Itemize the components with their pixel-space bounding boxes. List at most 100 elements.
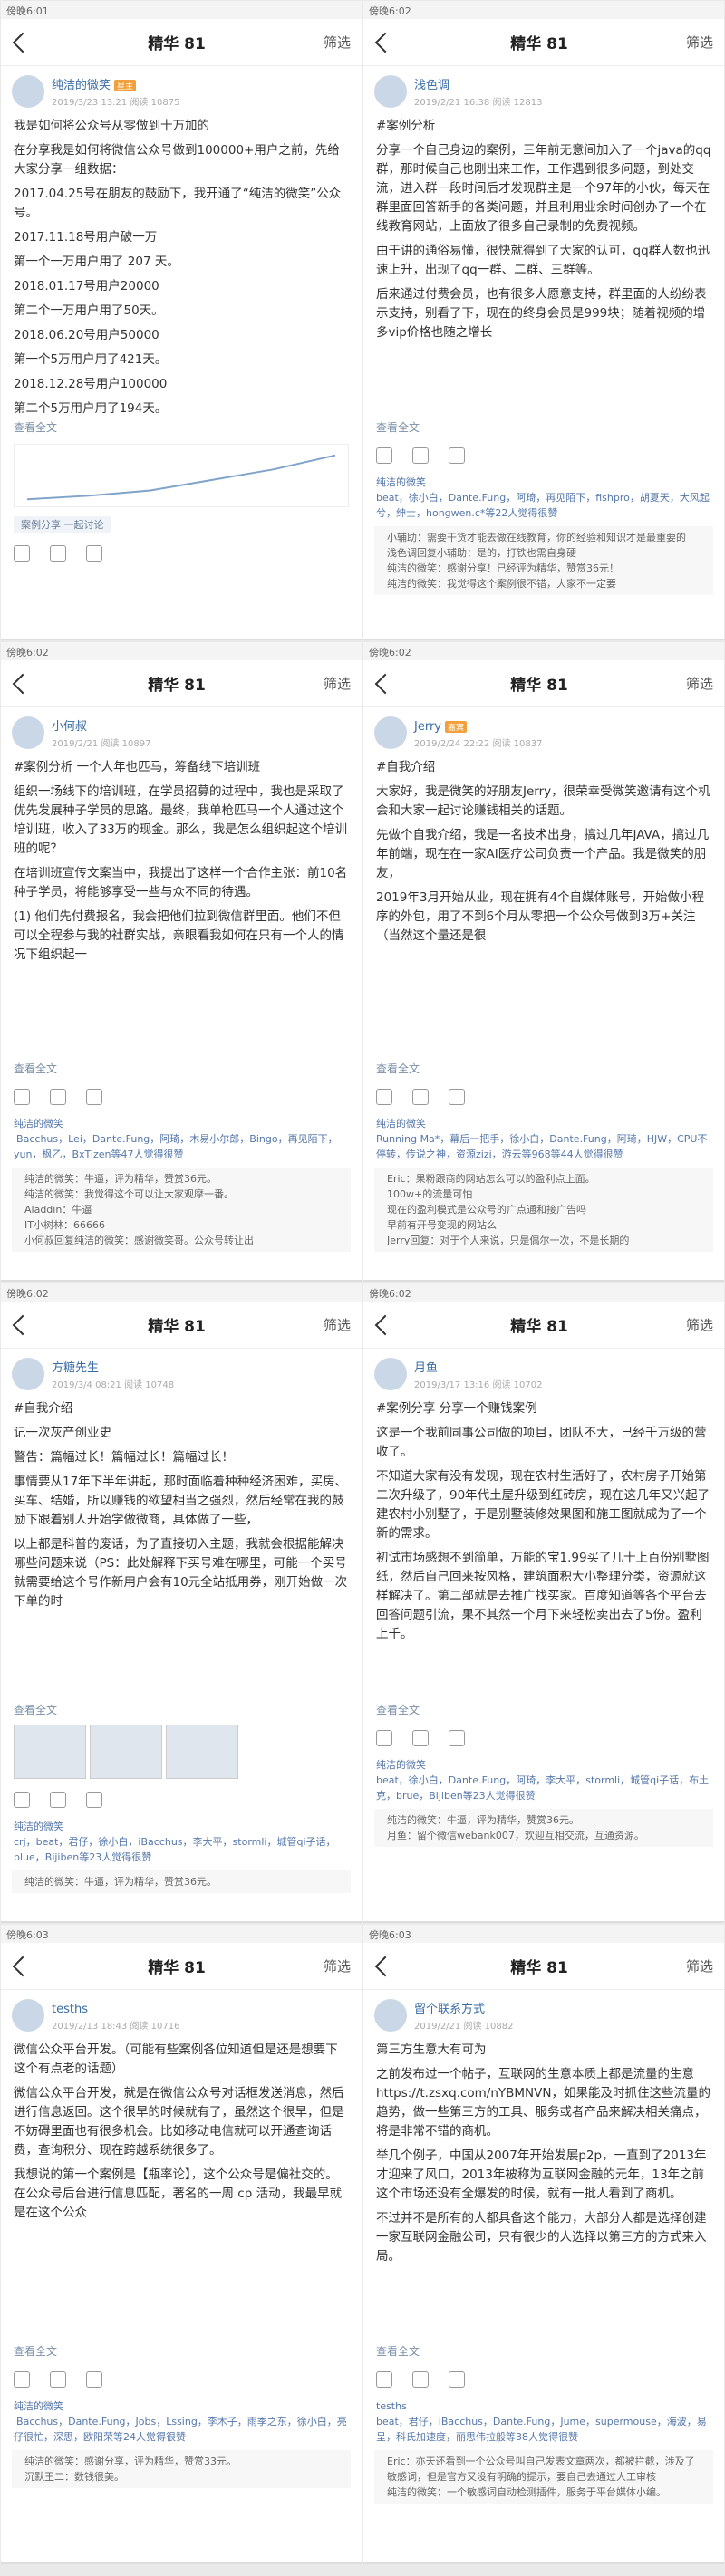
like-icon[interactable] bbox=[376, 1089, 392, 1105]
read-more-link[interactable]: 查看全文 bbox=[1, 1057, 362, 1080]
share-icon[interactable] bbox=[449, 2371, 465, 2388]
comment-item[interactable]: 纯洁的微笑：我觉得这个案例很不错，大家不一定要 bbox=[387, 576, 701, 591]
like-icon[interactable] bbox=[14, 545, 30, 562]
read-more-link[interactable]: 查看全文 bbox=[1, 1698, 362, 1721]
back-icon[interactable] bbox=[12, 32, 34, 53]
comment-icon[interactable] bbox=[412, 1730, 429, 1746]
comment-item[interactable]: 早前有开号变现的网站么 bbox=[387, 1217, 701, 1233]
comment-item[interactable]: 现在的盈利模式是公众号的广点通和接广告吗 bbox=[387, 1202, 701, 1217]
back-icon[interactable] bbox=[374, 32, 396, 53]
author-name[interactable]: 留个联系方式 bbox=[414, 2003, 485, 2016]
comment-item[interactable]: 纯洁的微笑：感谢分享！已经评为精华，赞赏36元！ bbox=[387, 561, 701, 576]
comment-item[interactable]: 小何叔回复纯洁的微笑：感谢微笑哥。公众号转让出 bbox=[24, 1233, 338, 1248]
avatar[interactable] bbox=[374, 1999, 407, 2032]
comment-item[interactable]: Jerry回复：对于个人来说，只是偶尔一次，不是长期的 bbox=[387, 1233, 701, 1248]
topic-tag[interactable]: 案例分享 一起讨论 bbox=[14, 516, 111, 533]
avatar[interactable] bbox=[12, 716, 44, 749]
avatar[interactable] bbox=[374, 716, 407, 749]
post-paragraph: #自我介绍 bbox=[376, 760, 436, 774]
avatar[interactable] bbox=[12, 1999, 44, 2032]
comment-icon[interactable] bbox=[50, 2371, 66, 2388]
comment-item[interactable]: 纯洁的微笑：我觉得这个可以让大家观摩一番。 bbox=[24, 1187, 338, 1202]
comment-item[interactable]: Aladdin：牛逼 bbox=[24, 1202, 338, 1217]
comment-item[interactable]: 纯洁的微笑：牛逼，评为精华，赞赏36元。 bbox=[24, 1874, 338, 1889]
back-icon[interactable] bbox=[12, 1314, 34, 1335]
back-icon[interactable] bbox=[374, 673, 396, 694]
share-icon[interactable] bbox=[449, 1730, 465, 1746]
author-name[interactable]: 小何叔 bbox=[52, 720, 87, 734]
comment-icon[interactable] bbox=[50, 1089, 66, 1105]
share-icon[interactable] bbox=[449, 1089, 465, 1105]
author-name[interactable]: 月鱼 bbox=[414, 1361, 438, 1375]
like-icon[interactable] bbox=[376, 1730, 392, 1746]
comment-item[interactable]: Eric：果粉跟商的网站怎么可以的盈利点上面。 bbox=[387, 1171, 701, 1187]
back-icon[interactable] bbox=[12, 673, 34, 694]
filter-button[interactable]: 筛选 bbox=[324, 1956, 351, 1975]
comment-icon[interactable] bbox=[412, 447, 429, 464]
share-icon[interactable] bbox=[449, 447, 465, 464]
author-name[interactable]: 浅色调 bbox=[414, 79, 450, 92]
liker-main[interactable]: 纯洁的微笑 bbox=[376, 1116, 711, 1131]
comment-item[interactable]: Eric：亦天还看到一个公众号叫自己发表文章两次，都被拦截，涉及了敏感词，但是官… bbox=[387, 2454, 701, 2485]
comment-item[interactable]: 浅色调回复小辅助：是的，打铁也需自身硬 bbox=[387, 545, 701, 561]
post-image[interactable] bbox=[166, 1725, 238, 1779]
post-image[interactable] bbox=[90, 1725, 162, 1779]
like-icon[interactable] bbox=[14, 1089, 30, 1105]
comment-icon[interactable] bbox=[412, 2371, 429, 2388]
avatar[interactable] bbox=[374, 1358, 407, 1390]
comment-item[interactable]: 100w+的流量可怕 bbox=[387, 1187, 701, 1202]
share-icon[interactable] bbox=[86, 1792, 102, 1808]
liker-main[interactable]: 纯洁的微笑 bbox=[376, 475, 711, 490]
read-more-link[interactable]: 查看全文 bbox=[1, 2340, 362, 2362]
back-icon[interactable] bbox=[12, 1956, 34, 1976]
comment-item[interactable]: IT小树林：66666 bbox=[24, 1217, 338, 1233]
filter-button[interactable]: 筛选 bbox=[686, 33, 713, 52]
liker-main[interactable]: 纯洁的微笑 bbox=[14, 1116, 349, 1131]
like-icon[interactable] bbox=[14, 2371, 30, 2388]
back-icon[interactable] bbox=[374, 1314, 396, 1335]
filter-button[interactable]: 筛选 bbox=[324, 674, 351, 693]
filter-button[interactable]: 筛选 bbox=[324, 1315, 351, 1334]
comment-item[interactable]: 纯洁的微笑：牛逼，评为精华，赞赏36元。 bbox=[387, 1812, 701, 1828]
filter-button[interactable]: 筛选 bbox=[686, 1315, 713, 1334]
read-more-link[interactable]: 查看全文 bbox=[363, 2340, 724, 2362]
read-more-link[interactable]: 查看全文 bbox=[1, 416, 362, 438]
share-icon[interactable] bbox=[86, 2371, 102, 2388]
author-name[interactable]: Jerry bbox=[414, 720, 441, 734]
read-more-link[interactable]: 查看全文 bbox=[363, 1698, 724, 1721]
comment-item[interactable]: 沉默王二：数钱很美。 bbox=[24, 2469, 338, 2485]
post-paragraph: 举几个例子，中国从2007年开始发展p2p，一直到了2013年才迎来了风口，20… bbox=[376, 2148, 707, 2201]
back-icon[interactable] bbox=[374, 1956, 396, 1976]
read-more-link[interactable]: 查看全文 bbox=[363, 416, 724, 438]
liker-main[interactable]: tesths bbox=[376, 2398, 711, 2414]
comment-item[interactable]: 小辅助：需要干货才能去做在线教育，你的经验和知识才是最重要的 bbox=[387, 530, 701, 545]
post-image[interactable] bbox=[14, 1725, 86, 1779]
comment-item[interactable]: 纯洁的微笑：一个敏感词自动检测插件，服务于平台媒体小编。 bbox=[387, 2485, 701, 2500]
post-paragraph: 第一个5万用户用了421天。 bbox=[14, 352, 168, 367]
filter-button[interactable]: 筛选 bbox=[686, 674, 713, 693]
liker-main[interactable]: 纯洁的微笑 bbox=[14, 2398, 349, 2414]
avatar[interactable] bbox=[374, 75, 407, 108]
filter-button[interactable]: 筛选 bbox=[686, 1956, 713, 1975]
avatar[interactable] bbox=[12, 75, 44, 108]
avatar[interactable] bbox=[12, 1358, 44, 1390]
comment-item[interactable]: 月鱼：留个微信webank007，欢迎互相交流，互通资源。 bbox=[387, 1828, 701, 1843]
liker-main[interactable]: 纯洁的微笑 bbox=[14, 1819, 349, 1834]
author-name[interactable]: 纯洁的微笑 bbox=[52, 79, 111, 92]
author-name[interactable]: 方糖先生 bbox=[52, 1361, 99, 1375]
filter-button[interactable]: 筛选 bbox=[324, 33, 351, 52]
post-paragraph: 不知道大家有没有发现，现在农村生活好了，农村房子开始第二次升级了，90年代土屋升… bbox=[376, 1469, 710, 1541]
comment-icon[interactable] bbox=[50, 1792, 66, 1808]
comment-item[interactable]: 纯洁的微笑：牛逼，评为精华，赞赏36元。 bbox=[24, 1171, 338, 1187]
comment-icon[interactable] bbox=[412, 1089, 429, 1105]
like-icon[interactable] bbox=[14, 1792, 30, 1808]
read-more-link[interactable]: 查看全文 bbox=[363, 1057, 724, 1080]
author-name[interactable]: tesths bbox=[52, 2003, 88, 2016]
liker-main[interactable]: 纯洁的微笑 bbox=[376, 1757, 711, 1773]
share-icon[interactable] bbox=[86, 1089, 102, 1105]
comment-item[interactable]: 纯洁的微笑：感谢分享，评为精华，赞赏33元。 bbox=[24, 2454, 338, 2469]
comment-icon[interactable] bbox=[50, 545, 66, 562]
like-icon[interactable] bbox=[376, 2371, 392, 2388]
like-icon[interactable] bbox=[376, 447, 392, 464]
share-icon[interactable] bbox=[86, 545, 102, 562]
